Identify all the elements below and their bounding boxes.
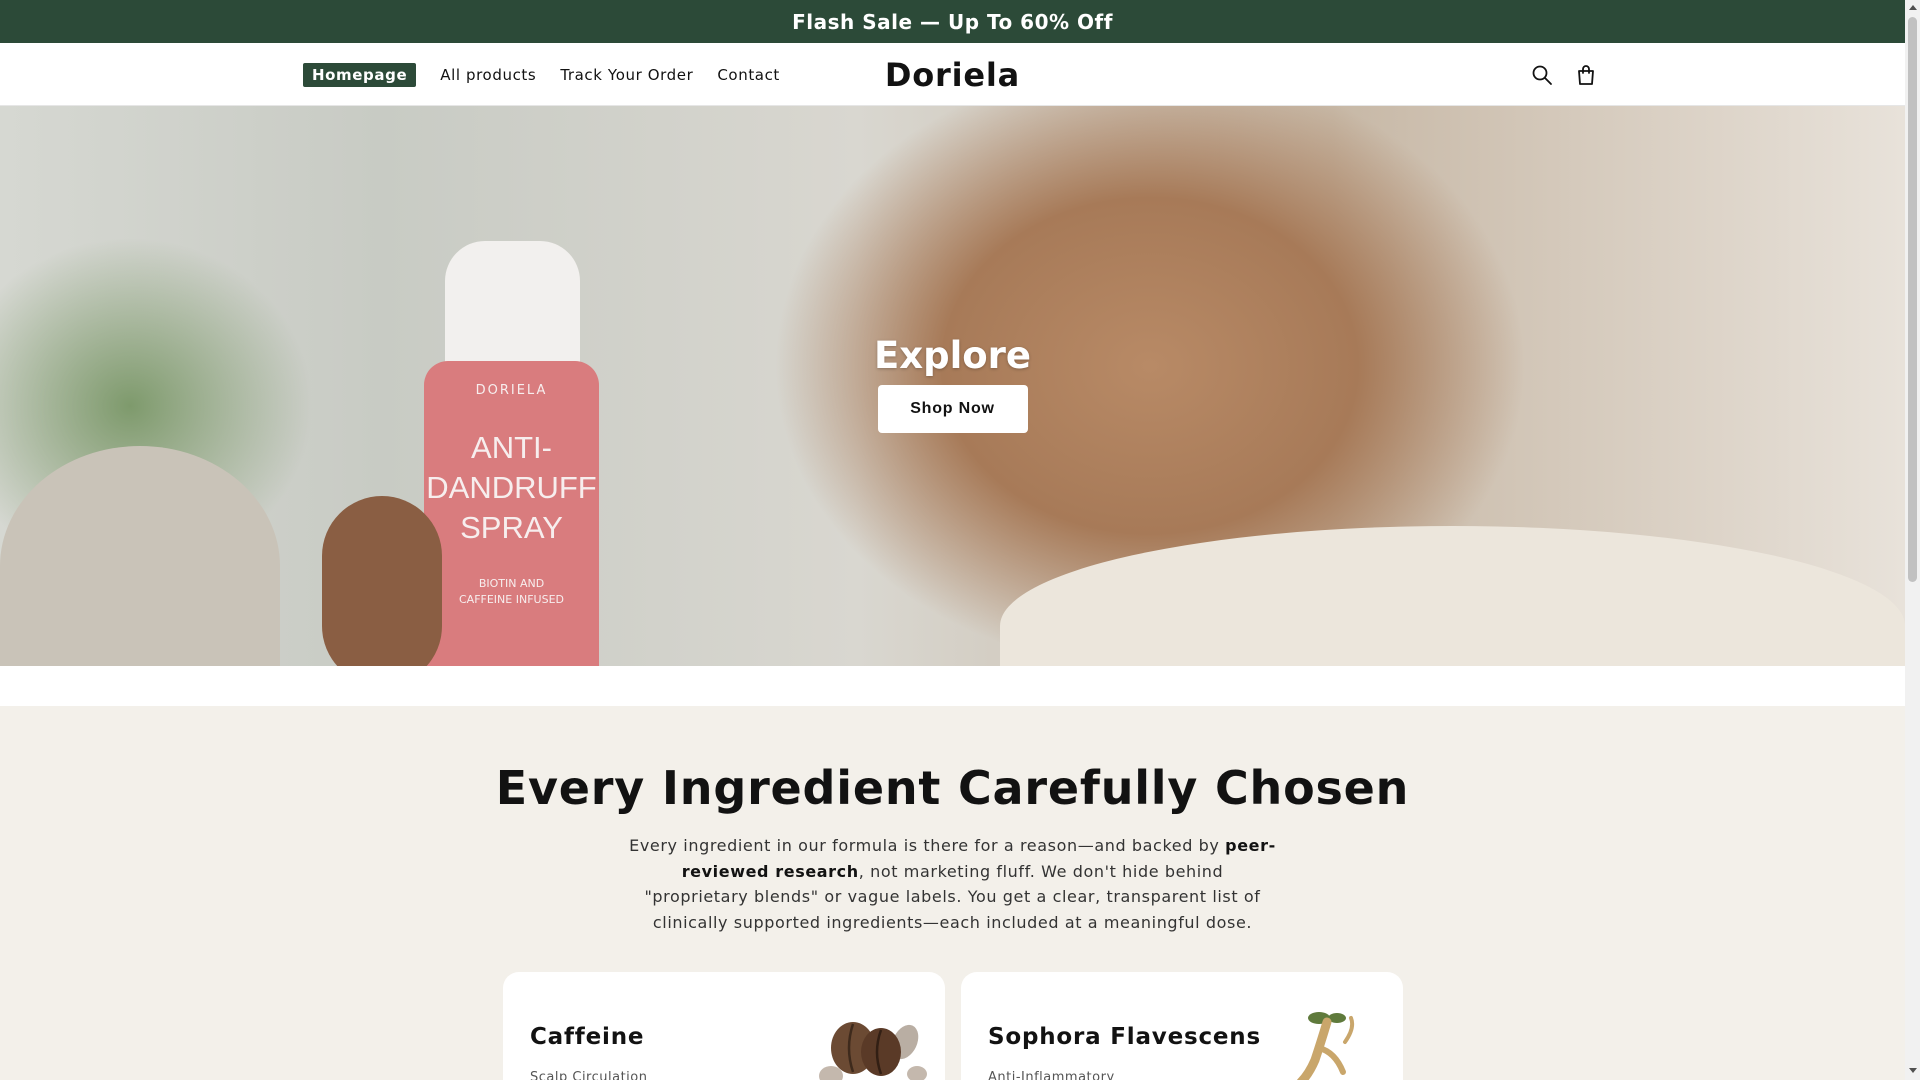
hero-title: Explore — [873, 334, 1032, 377]
ingredient-card-title: Sophora Flavescens — [988, 1024, 1261, 1050]
ingredient-card-sophora[interactable]: Sophora Flavescens Anti-Inflammatory — [961, 972, 1403, 1080]
bottle-sub-line: BIOTIN AND — [478, 577, 545, 590]
person-image — [1000, 526, 1905, 666]
nav-item-all-products[interactable]: All products — [440, 66, 536, 84]
section-spacer — [0, 666, 1905, 706]
ingredient-card-caffeine[interactable]: Caffeine Scalp Circulation — [503, 972, 945, 1080]
hero-content: Explore Shop Now — [0, 334, 1905, 433]
site-header: Homepage All products Track Your Order C… — [0, 43, 1905, 106]
ingredient-cards: Caffeine Scalp Circulation Sophora Flave… — [503, 972, 1403, 1080]
scrollbar[interactable] — [1905, 0, 1920, 1080]
bottle-sub-label: BIOTIN AND CAFFEINE INFUSED — [424, 576, 599, 608]
coffee-beans-icon — [819, 1022, 927, 1080]
hand-image — [322, 496, 442, 666]
hero-banner: DORIELA ANTI- DANDRUFF SPRAY BIOTIN AND … — [0, 106, 1905, 666]
bottle-name-label: ANTI- DANDRUFF SPRAY — [424, 428, 599, 548]
nav-item-track-order[interactable]: Track Your Order — [560, 66, 693, 84]
site-logo[interactable]: Doriela — [0, 43, 1905, 106]
announcement-bar: Flash Sale — Up To 60% Off — [0, 0, 1905, 43]
nav-item-contact[interactable]: Contact — [717, 66, 780, 84]
intro-text: Every ingredient in our formula is there… — [629, 836, 1226, 855]
plant-pot-image — [0, 446, 280, 666]
search-icon[interactable] — [1530, 63, 1554, 87]
bottle-name-line: ANTI- — [471, 430, 552, 465]
page: Flash Sale — Up To 60% Off Homepage All … — [0, 0, 1905, 1080]
ingredient-card-subtitle: Anti-Inflammatory — [988, 1070, 1115, 1080]
scroll-down-icon[interactable] — [1909, 1068, 1917, 1073]
ingredients-section: Every Ingredient Carefully Chosen Every … — [0, 706, 1905, 1080]
scrollbar-thumb[interactable] — [1908, 17, 1917, 582]
bottle-name-line: DANDRUFF — [426, 470, 597, 505]
bottle-sub-line: CAFFEINE INFUSED — [459, 593, 564, 606]
scroll-up-icon[interactable] — [1909, 5, 1917, 10]
announcement-text: Flash Sale — Up To 60% Off — [792, 9, 1113, 34]
shop-now-button[interactable]: Shop Now — [877, 385, 1028, 433]
shopping-bag-icon[interactable] — [1574, 63, 1598, 87]
root-sprout-icon — [1296, 1012, 1355, 1080]
ingredients-heading: Every Ingredient Carefully Chosen — [495, 761, 1410, 815]
nav-item-homepage[interactable]: Homepage — [303, 62, 417, 87]
ingredients-intro: Every ingredient in our formula is there… — [628, 833, 1278, 935]
ingredient-card-subtitle: Scalp Circulation — [530, 1070, 648, 1080]
header-icons — [1530, 43, 1598, 106]
main-nav: Homepage All products Track Your Order C… — [303, 43, 780, 106]
bottle-name-line: SPRAY — [460, 510, 563, 545]
ingredient-card-title: Caffeine — [530, 1024, 645, 1050]
